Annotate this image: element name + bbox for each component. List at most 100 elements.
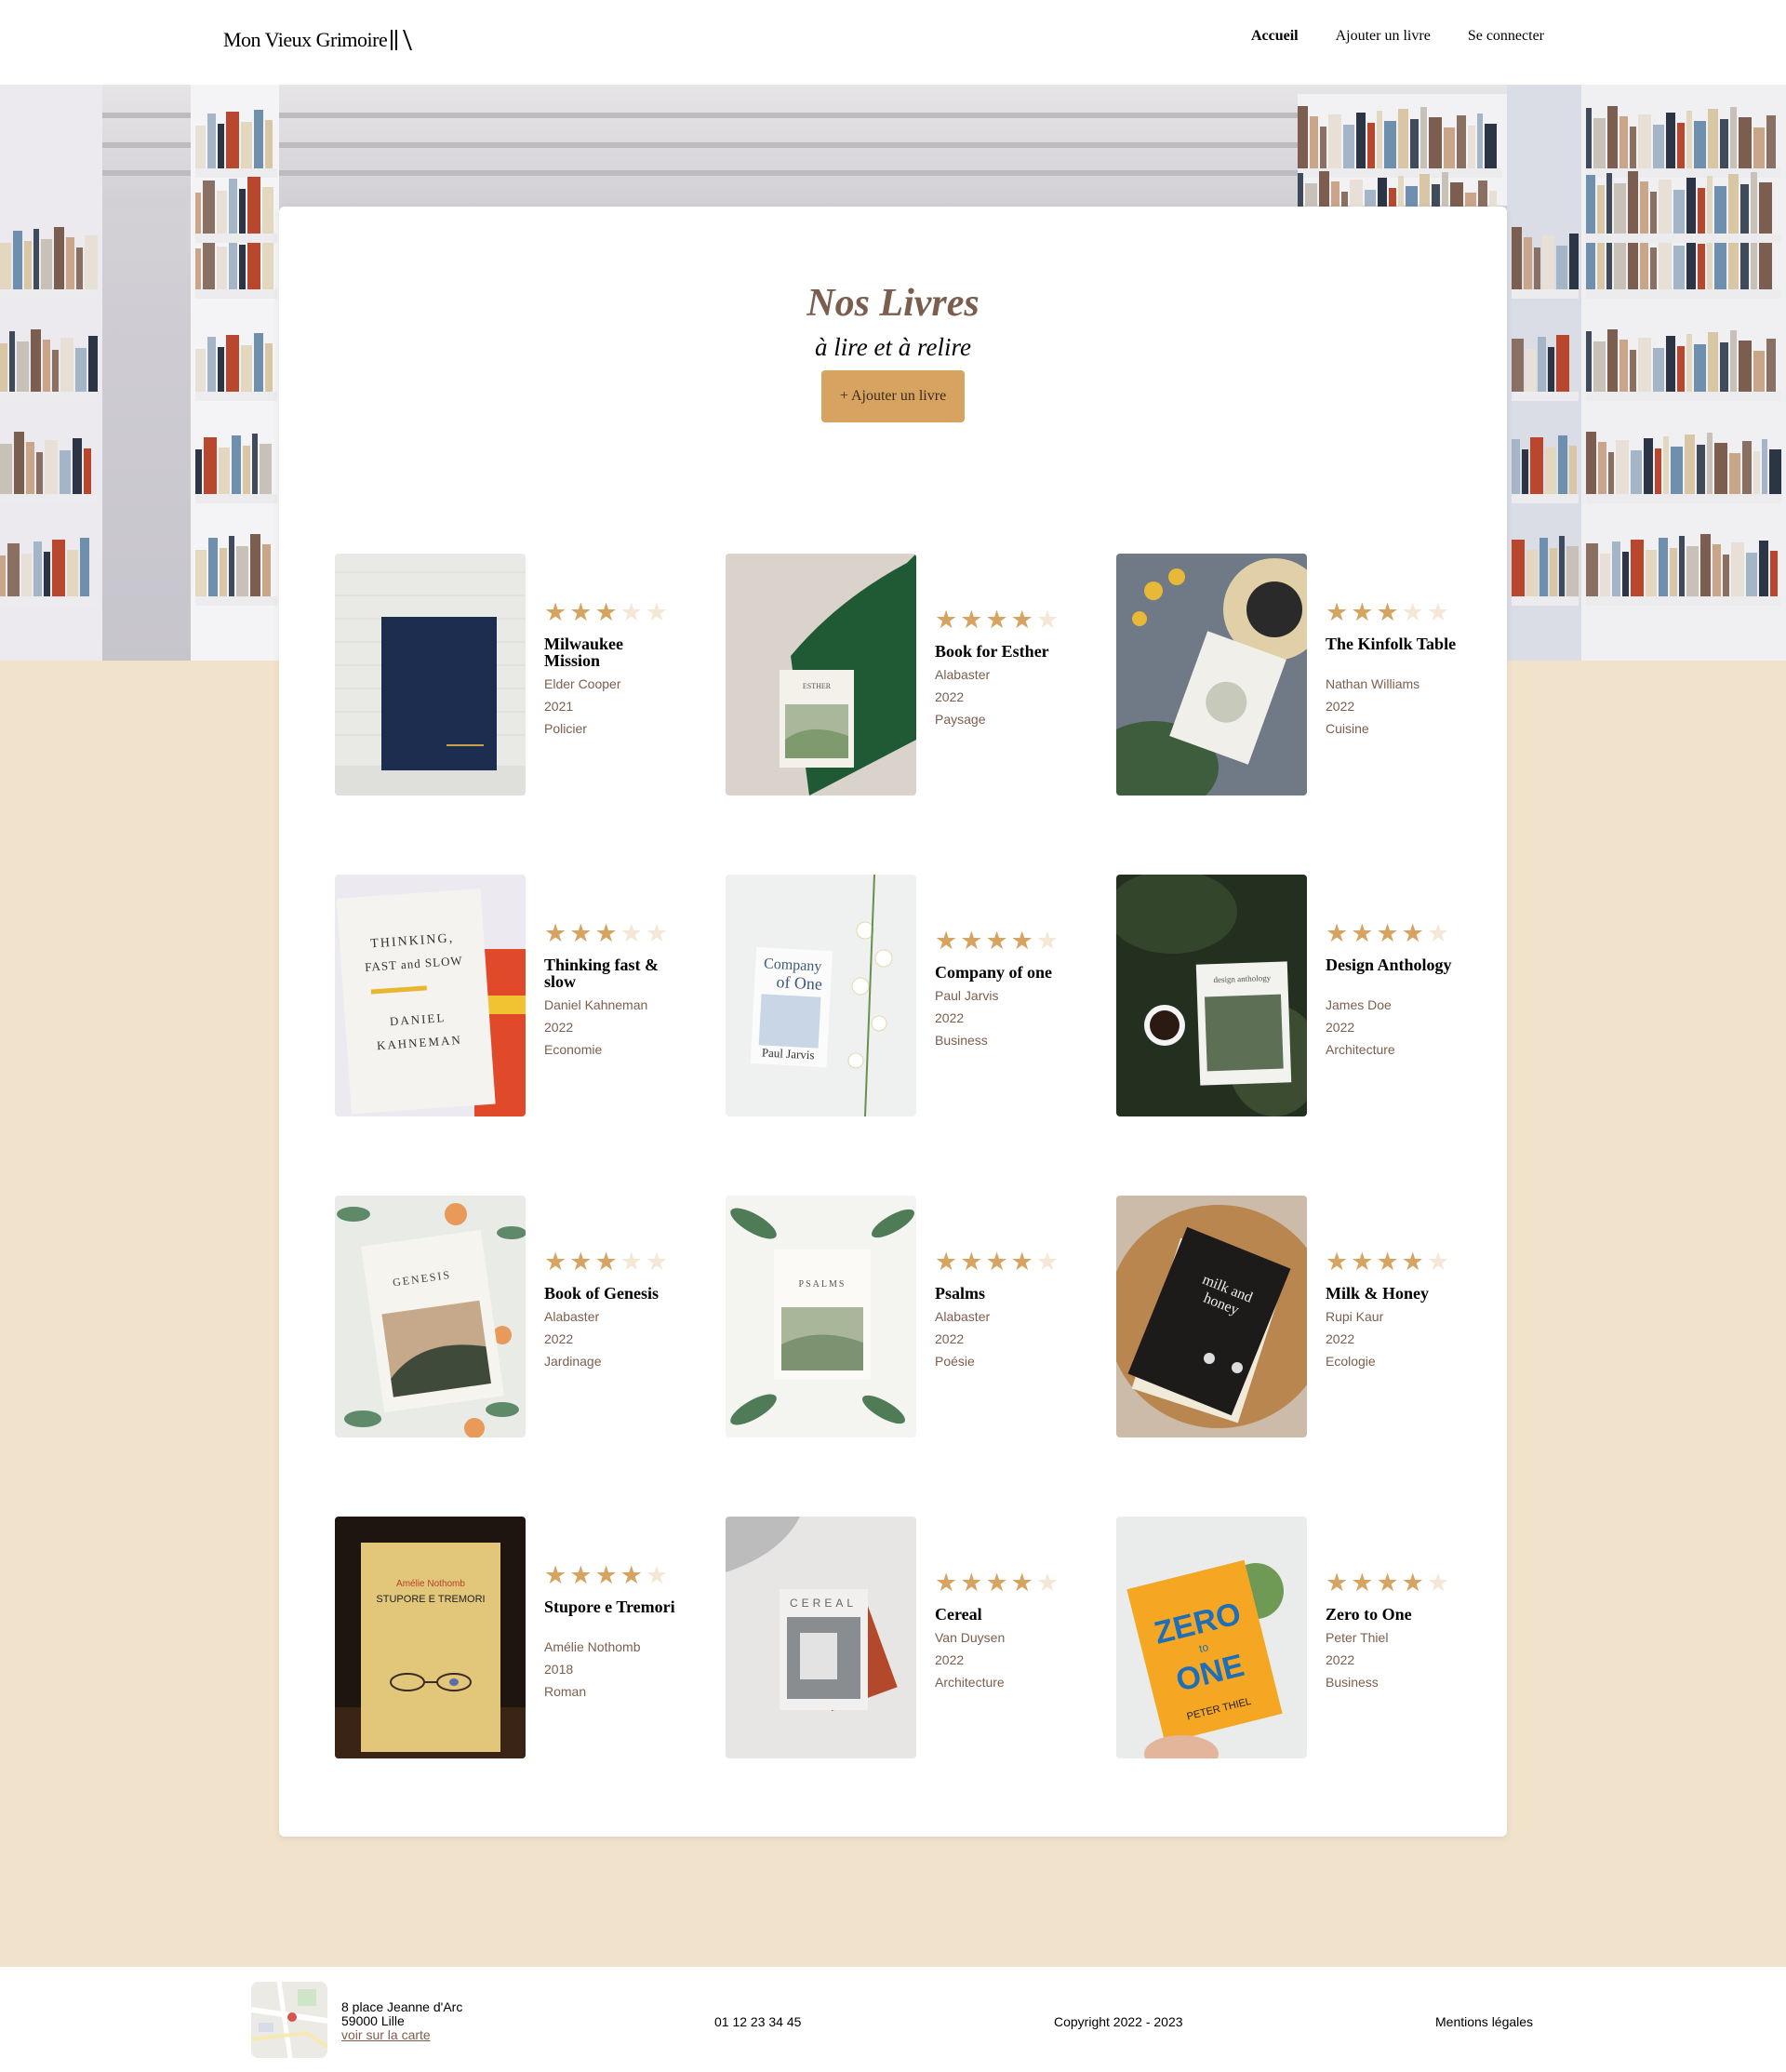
book-author: Alabaster bbox=[935, 1309, 991, 1324]
book-year: 2021 bbox=[544, 699, 574, 714]
star-icon: ★ bbox=[960, 1569, 983, 1597]
book-year: 2022 bbox=[544, 1331, 574, 1346]
star-icon: ★ bbox=[594, 1248, 618, 1276]
book-genre: Business bbox=[1326, 1675, 1379, 1690]
star-icon: ★ bbox=[1351, 598, 1374, 626]
star-icon: ★ bbox=[594, 919, 618, 947]
svg-text:of One: of One bbox=[776, 972, 822, 994]
book-title: Zero to One bbox=[1326, 1605, 1412, 1624]
book-cover-image[interactable]: CEREAL bbox=[726, 1517, 916, 1758]
footer-phone: 01 12 23 34 45 bbox=[714, 2014, 802, 2029]
add-book-button[interactable]: + Ajouter un livre bbox=[821, 370, 965, 422]
book-author: Rupi Kaur bbox=[1326, 1309, 1384, 1324]
book-cover-image[interactable]: ZERO to ONE PETER THIEL bbox=[1116, 1517, 1307, 1758]
book-author: James Doe bbox=[1326, 997, 1392, 1012]
star-icon: ★ bbox=[1351, 1569, 1374, 1597]
star-icon: ★ bbox=[569, 919, 593, 947]
book-card[interactable]: THINKING, FAST and SLOW DANIEL KAHNEMAN … bbox=[335, 875, 679, 1116]
book-author: Alabaster bbox=[544, 1309, 600, 1324]
star-icon: ★ bbox=[935, 606, 958, 634]
book-title: Milwaukee Mission bbox=[544, 635, 623, 670]
book-card[interactable]: CEREAL ★ ★ ★ ★ ★ Cereal Van Duysen 2022 Architec… bbox=[726, 1517, 1070, 1758]
star-icon: ★ bbox=[935, 927, 958, 955]
site-footer: 8 place Jeanne d'Arc 59000 Lille voir su… bbox=[0, 1967, 1786, 2072]
book-info: ★ ★ ★ ★ ★ Cereal Van Duysen 2022 Architecture bbox=[935, 1517, 1070, 1758]
star-icon: ★ bbox=[1010, 1248, 1033, 1276]
star-icon: ★ bbox=[985, 606, 1008, 634]
star-icon: ★ bbox=[985, 1569, 1008, 1597]
book-author: Van Duysen bbox=[935, 1630, 1006, 1645]
star-icon: ★ bbox=[1351, 919, 1374, 947]
star-icon: ★ bbox=[1326, 598, 1349, 626]
star-icon: ★ bbox=[544, 1561, 567, 1589]
map-thumbnail[interactable] bbox=[251, 1982, 327, 2058]
book-title: Book for Esther bbox=[935, 642, 1049, 661]
map-link[interactable]: voir sur la carte bbox=[341, 2027, 431, 2042]
book-info: ★ ★ ★ ★ ★ Design Anthology James Doe 2022 Archit… bbox=[1326, 875, 1460, 1116]
book-year: 2018 bbox=[544, 1662, 574, 1677]
book-card[interactable]: ESTHER ★ ★ ★ ★ ★ Book for Esther Alabaster 2022… bbox=[726, 554, 1070, 795]
rating-stars: ★ ★ ★ ★ ★ bbox=[935, 1571, 1059, 1596]
rating-stars: ★ ★ ★ ★ ★ bbox=[935, 608, 1059, 633]
book-title: Book of Genesis bbox=[544, 1284, 660, 1303]
book-info: ★ ★ ★ ★ ★ Book of Genesis Alabaster 2022 Jardina… bbox=[544, 1196, 679, 1437]
book-card[interactable]: PSALMS ★ ★ ★ ★ ★ Psalms Alabaster 2022 Poésie bbox=[726, 1196, 1070, 1437]
star-icon: ★ bbox=[1376, 919, 1399, 947]
book-genre: Jardinage bbox=[544, 1354, 602, 1369]
book-author: Nathan Williams bbox=[1326, 676, 1420, 691]
star-icon: ★ bbox=[1426, 1569, 1450, 1597]
book-year: 2022 bbox=[1326, 1331, 1355, 1346]
book-card[interactable]: Company of One Paul Jarvis ★ ★ ★ ★ ★ Company … bbox=[726, 875, 1070, 1116]
star-icon: ★ bbox=[960, 927, 983, 955]
book-card[interactable]: GENESIS ★ ★ ★ ★ ★ Book of Genesis Alabaster 202… bbox=[335, 1196, 679, 1437]
book-cover-image[interactable]: ESTHER bbox=[726, 554, 916, 795]
svg-text:PSALMS: PSALMS bbox=[799, 1279, 846, 1290]
star-icon: ★ bbox=[569, 1248, 593, 1276]
book-title: Psalms bbox=[935, 1284, 985, 1303]
rating-stars: ★ ★ ★ ★ ★ bbox=[1326, 1250, 1449, 1275]
book-card[interactable]: Amélie Nothomb STUPORE E TREMORI ★ ★ ★ ★ ★ St… bbox=[335, 1517, 679, 1758]
star-icon: ★ bbox=[645, 1561, 669, 1589]
book-title: Milk & Honey bbox=[1326, 1284, 1429, 1303]
book-cover-image[interactable]: GENESIS bbox=[335, 1196, 526, 1437]
book-cover-image[interactable]: Amélie Nothomb STUPORE E TREMORI bbox=[335, 1517, 526, 1758]
page-title: Nos Livres bbox=[806, 282, 980, 325]
book-cover-image[interactable]: Company of One Paul Jarvis bbox=[726, 875, 916, 1116]
book-cover-image[interactable] bbox=[1116, 554, 1307, 795]
site-header: Mon Vieux Grimoire Accueil Ajouter un li… bbox=[0, 0, 1786, 85]
book-card[interactable]: ZERO to ONE PETER THIEL ★ ★ ★ ★ ★ Zero to One… bbox=[1116, 1517, 1460, 1758]
site-logo[interactable]: Mon Vieux Grimoire bbox=[223, 28, 407, 52]
book-cover-image[interactable]: milk and honey bbox=[1116, 1196, 1307, 1437]
rating-stars: ★ ★ ★ ★ ★ bbox=[1326, 921, 1449, 946]
book-card[interactable]: ★ ★ ★ ★ ★ Milwaukee Mission Elder Cooper 2021 Po… bbox=[335, 554, 679, 795]
book-cover-image[interactable] bbox=[335, 554, 526, 795]
address-line-1: 8 place Jeanne d'Arc bbox=[341, 1999, 463, 2014]
star-icon: ★ bbox=[1326, 1569, 1349, 1597]
star-icon: ★ bbox=[569, 598, 593, 626]
book-genre: Policier bbox=[544, 721, 587, 736]
book-card[interactable]: ★ ★ ★ ★ ★ The Kinfolk Table Nathan Williams 202… bbox=[1116, 554, 1460, 795]
legal-link[interactable]: Mentions légales bbox=[1435, 2014, 1533, 2029]
star-icon: ★ bbox=[1326, 919, 1349, 947]
book-cover-image[interactable]: design anthology bbox=[1116, 875, 1307, 1116]
star-icon: ★ bbox=[1351, 1248, 1374, 1276]
star-icon: ★ bbox=[1376, 1569, 1399, 1597]
star-icon: ★ bbox=[1010, 1569, 1033, 1597]
nav-home[interactable]: Accueil bbox=[1251, 28, 1299, 45]
book-info: ★ ★ ★ ★ ★ Zero to One Peter Thiel 2022 Business bbox=[1326, 1517, 1460, 1758]
book-card[interactable]: design anthology ★ ★ ★ ★ ★ Design Anthology Ja… bbox=[1116, 875, 1460, 1116]
star-icon: ★ bbox=[1010, 927, 1033, 955]
address-line-2: 59000 Lille bbox=[341, 2013, 405, 2028]
book-year: 2022 bbox=[935, 1331, 965, 1346]
star-icon: ★ bbox=[620, 919, 643, 947]
book-title: Company of one bbox=[935, 963, 1053, 982]
nav-add-book[interactable]: Ajouter un livre bbox=[1336, 28, 1431, 45]
book-cover-image[interactable]: THINKING, FAST and SLOW DANIEL KAHNEMAN bbox=[335, 875, 526, 1116]
book-cover-image[interactable]: PSALMS bbox=[726, 1196, 916, 1437]
book-card[interactable]: milk and honey ★ ★ ★ ★ ★ Milk & Honey Rupi Kau… bbox=[1116, 1196, 1460, 1437]
nav-login[interactable]: Se connecter bbox=[1468, 28, 1544, 45]
book-title: Cereal bbox=[935, 1605, 982, 1624]
star-icon: ★ bbox=[1035, 1248, 1060, 1276]
book-info: ★ ★ ★ ★ ★ Book for Esther Alabaster 2022 Paysage bbox=[935, 554, 1070, 795]
book-info: ★ ★ ★ ★ ★ Stupore e Tremori Amélie Nothomb 2018… bbox=[544, 1517, 679, 1758]
